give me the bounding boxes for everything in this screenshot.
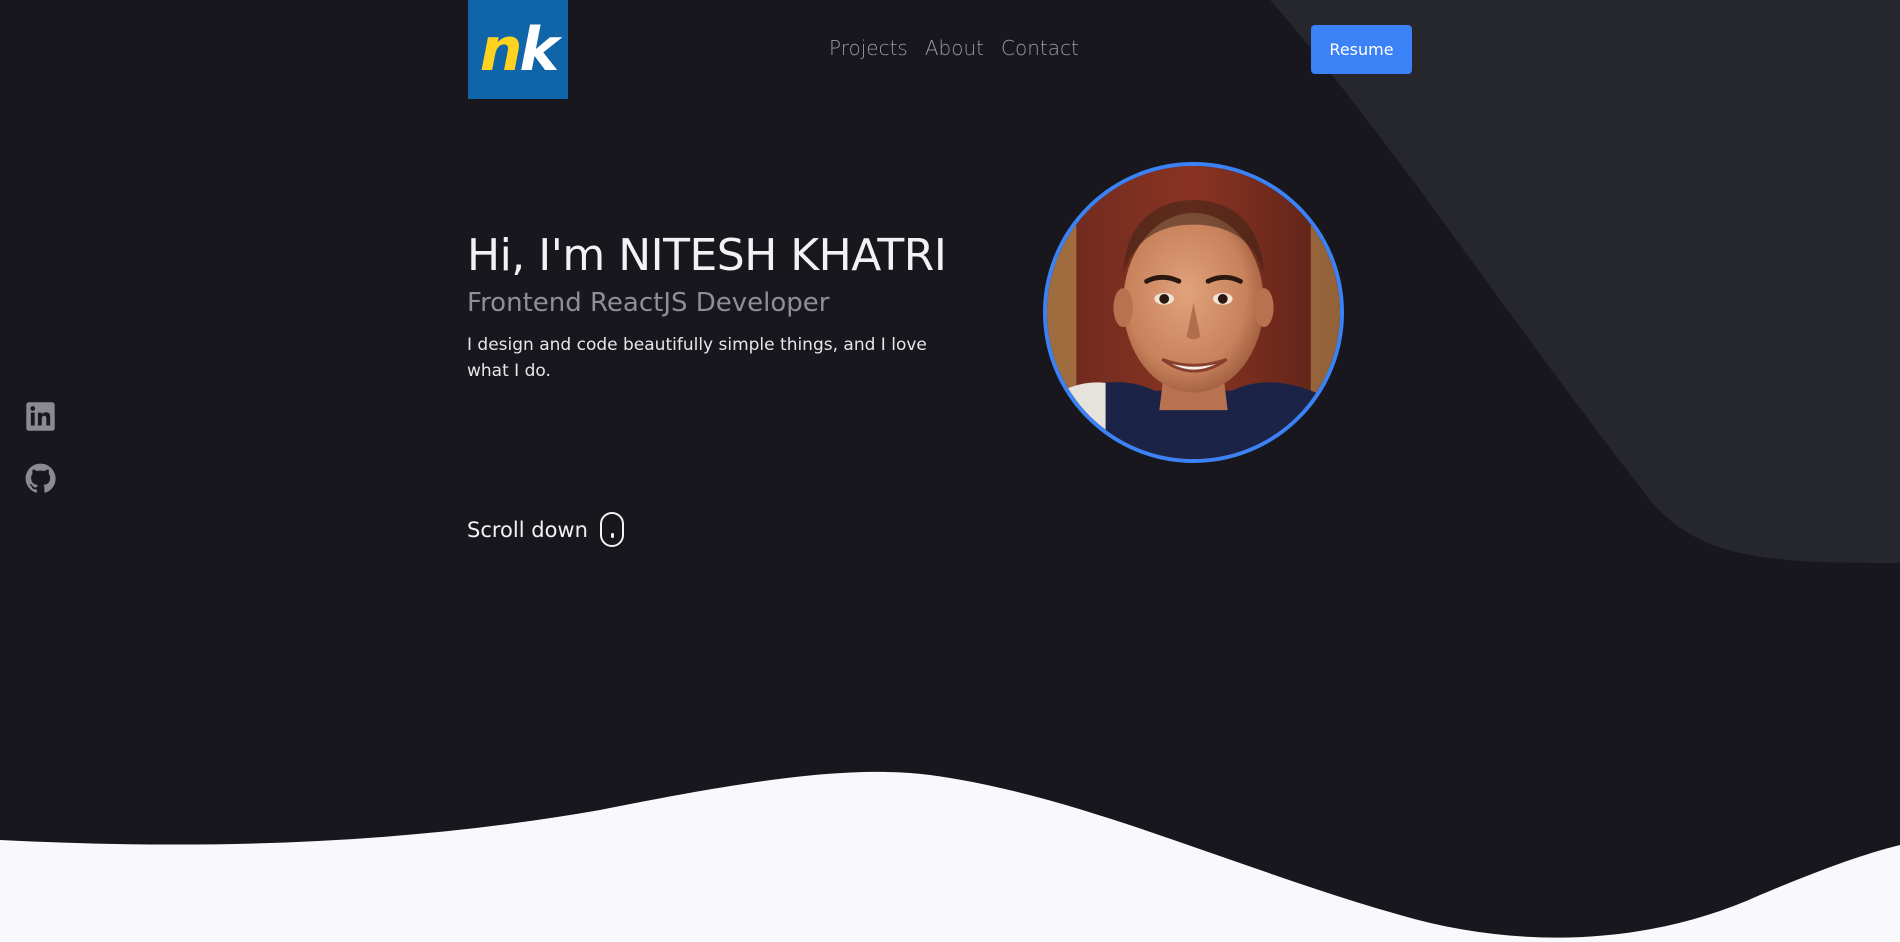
resume-button[interactable]: Resume (1311, 25, 1412, 74)
site-logo[interactable]: nk (468, 0, 568, 99)
top-right-decorative-shape (1270, 0, 1900, 563)
hero-description: I design and code beautifully simple thi… (467, 335, 927, 381)
main-nav: Projects About Contact (829, 36, 1079, 60)
social-links (25, 401, 56, 494)
nav-about-link[interactable]: About (925, 36, 984, 60)
hero-section: Hi, I'm NITESH KHATRI Frontend ReactJS D… (467, 230, 987, 384)
nav-contact-link[interactable]: Contact (1001, 36, 1079, 60)
profile-photo-illustration (1047, 166, 1340, 459)
background-shapes (0, 0, 1900, 942)
profile-photo (1043, 162, 1344, 463)
mouse-icon (599, 512, 624, 547)
github-icon (25, 463, 56, 493)
hero-title: Hi, I'm NITESH KHATRI (467, 230, 947, 281)
linkedin-link[interactable] (25, 401, 56, 432)
github-link[interactable] (25, 463, 56, 494)
logo-letter-k: k (519, 14, 559, 85)
logo-letter-n: n (479, 14, 523, 85)
linkedin-icon (26, 402, 55, 431)
hero-subtitle: Frontend ReactJS Developer (467, 288, 830, 318)
bottom-wave (0, 771, 1900, 942)
scroll-down-label: Scroll down (467, 517, 588, 542)
nav-projects-link[interactable]: Projects (829, 36, 908, 60)
scroll-down-link[interactable]: Scroll down (467, 512, 624, 547)
